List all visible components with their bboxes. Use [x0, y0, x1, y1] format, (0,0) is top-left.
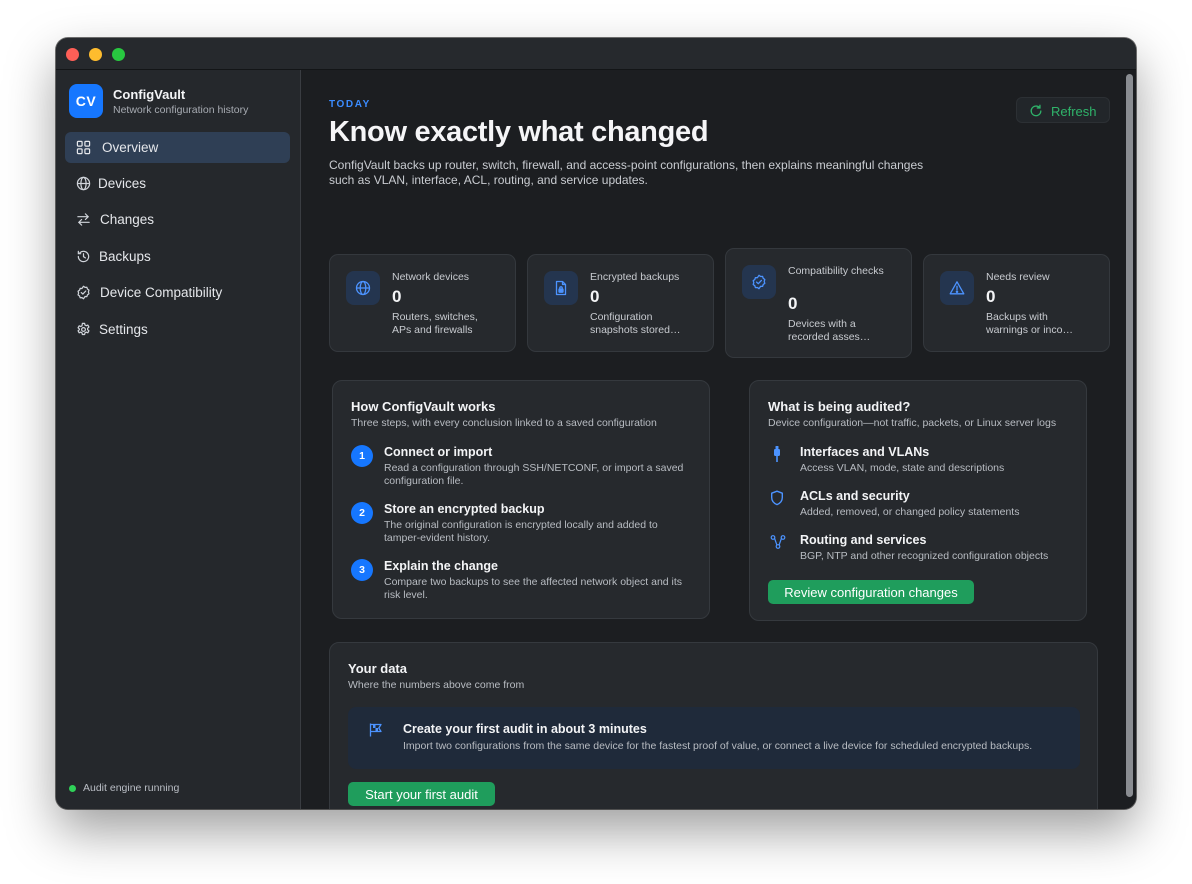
network-icon	[770, 535, 786, 549]
lock-file-icon	[555, 280, 567, 296]
globe-icon	[355, 280, 371, 296]
stat-subtext: Routers, switches, APs and firewalls	[392, 311, 478, 336]
shield-icon	[771, 490, 783, 506]
step-title: Store an encrypted backup	[384, 502, 545, 516]
audit-item-description: BGP, NTP and other recognized configurat…	[800, 550, 1049, 562]
review-configuration-changes-button[interactable]: Review configuration changes	[768, 580, 974, 604]
step-description: Compare two backups to see the affected …	[384, 576, 683, 601]
stat-subtext: Configuration snapshots stored…	[590, 311, 681, 336]
stat-card-network-devices: Network devices 0 Routers, switches, APs…	[329, 254, 516, 352]
page-title: Know exactly what changed	[329, 116, 709, 148]
vertical-scrollbar[interactable]	[1126, 74, 1133, 797]
app-logo: CV	[69, 84, 103, 118]
sidebar: CV ConfigVault Network configuration his…	[56, 70, 301, 809]
audit-item-title: Interfaces and VLANs	[800, 445, 930, 459]
sidebar-item-label: Devices	[98, 176, 147, 191]
first-audit-callout: Create your first audit in about 3 minut…	[348, 707, 1080, 769]
page-description: ConfigVault backs up router, switch, fir…	[329, 158, 924, 187]
card-subtitle: Device configuration—not traffic, packet…	[768, 417, 1057, 429]
sidebar-item-device-compatibility[interactable]: Device Compatibility	[65, 277, 290, 308]
stat-value: 0	[788, 294, 798, 313]
engine-status: Audit engine running	[69, 782, 179, 794]
app-name: ConfigVault	[113, 87, 186, 102]
stat-value: 0	[590, 287, 600, 306]
flag-icon	[369, 723, 382, 737]
sidebar-item-backups[interactable]: Backups	[65, 241, 290, 272]
step-title: Explain the change	[384, 559, 498, 573]
engine-status-text: Audit engine running	[83, 782, 180, 794]
app-tagline: Network configuration history	[113, 104, 249, 116]
audit-item-description: Access VLAN, mode, state and description…	[800, 462, 1005, 474]
sidebar-item-label: Changes	[100, 212, 155, 227]
zoom-window-button[interactable]	[112, 48, 125, 61]
stat-label: Needs review	[986, 271, 1050, 283]
step-number-badge: 1	[351, 445, 373, 467]
stat-label: Compatibility checks	[788, 265, 884, 277]
gear-icon	[77, 322, 90, 336]
audit-item-description: Added, removed, or changed policy statem…	[800, 506, 1020, 518]
grid-icon	[76, 140, 91, 155]
stat-card-compatibility-checks: Compatibility checks 0 Devices with a re…	[725, 248, 912, 358]
audit-item-title: Routing and services	[800, 533, 927, 547]
step-number-badge: 2	[351, 502, 373, 524]
card-subtitle: Three steps, with every conclusion linke…	[351, 417, 657, 429]
sidebar-item-overview[interactable]: Overview	[65, 132, 290, 163]
card-subtitle: Where the numbers above come from	[348, 679, 525, 691]
sidebar-item-label: Backups	[99, 249, 151, 264]
sidebar-item-changes[interactable]: Changes	[65, 204, 290, 235]
your-data-card: Your data Where the numbers above come f…	[329, 642, 1098, 809]
step-description: The original configuration is encrypted …	[384, 519, 658, 544]
main-content: TODAY Know exactly what changed ConfigVa…	[302, 70, 1136, 809]
globe-icon	[76, 176, 91, 191]
warning-icon	[949, 281, 965, 295]
callout-title: Create your first audit in about 3 minut…	[403, 722, 647, 736]
audit-scope-card: What is being audited? Device configurat…	[749, 380, 1087, 621]
stat-label: Encrypted backups	[590, 271, 680, 283]
sidebar-item-label: Device Compatibility	[100, 285, 223, 300]
close-window-button[interactable]	[66, 48, 79, 61]
stat-value: 0	[986, 287, 996, 306]
sidebar-item-label: Overview	[102, 140, 159, 155]
page-eyebrow: TODAY	[329, 99, 371, 110]
sidebar-item-label: Settings	[99, 322, 148, 337]
title-bar	[56, 38, 1136, 70]
badge-check-icon	[77, 285, 90, 300]
sidebar-item-devices[interactable]: Devices	[65, 168, 290, 199]
stat-value: 0	[392, 287, 402, 306]
stat-subtext: Devices with a recorded asses…	[788, 318, 871, 343]
arrows-icon	[77, 213, 90, 226]
refresh-icon	[1030, 104, 1042, 117]
app-window: CV ConfigVault Network configuration his…	[56, 38, 1136, 809]
card-title: What is being audited?	[768, 399, 911, 414]
stat-card-needs-review: Needs review 0 Backups with warnings or …	[923, 254, 1110, 352]
start-first-audit-button[interactable]: Start your first audit	[348, 782, 495, 806]
step-description: Read a configuration through SSH/NETCONF…	[384, 462, 684, 487]
stat-subtext: Backups with warnings or inco…	[986, 311, 1073, 336]
stat-label: Network devices	[392, 271, 470, 283]
history-icon	[77, 250, 90, 263]
step-title: Connect or import	[384, 445, 493, 459]
status-dot	[69, 784, 76, 792]
step-number-badge: 3	[351, 559, 373, 581]
card-title: How ConfigVault works	[351, 399, 496, 414]
sidebar-item-settings[interactable]: Settings	[65, 314, 290, 345]
badge-check-icon	[752, 274, 766, 290]
audit-item-title: ACLs and security	[800, 489, 910, 503]
stat-card-encrypted-backups: Encrypted backups 0 Configuration snapsh…	[527, 254, 714, 352]
refresh-button[interactable]: Refresh	[1016, 97, 1110, 123]
how-it-works-card: How ConfigVault works Three steps, with …	[332, 380, 710, 619]
plug-icon	[774, 446, 780, 462]
callout-description: Import two configurations from the same …	[403, 740, 1033, 752]
minimize-window-button[interactable]	[89, 48, 102, 61]
refresh-label: Refresh	[1051, 104, 1097, 119]
card-title: Your data	[348, 661, 407, 676]
